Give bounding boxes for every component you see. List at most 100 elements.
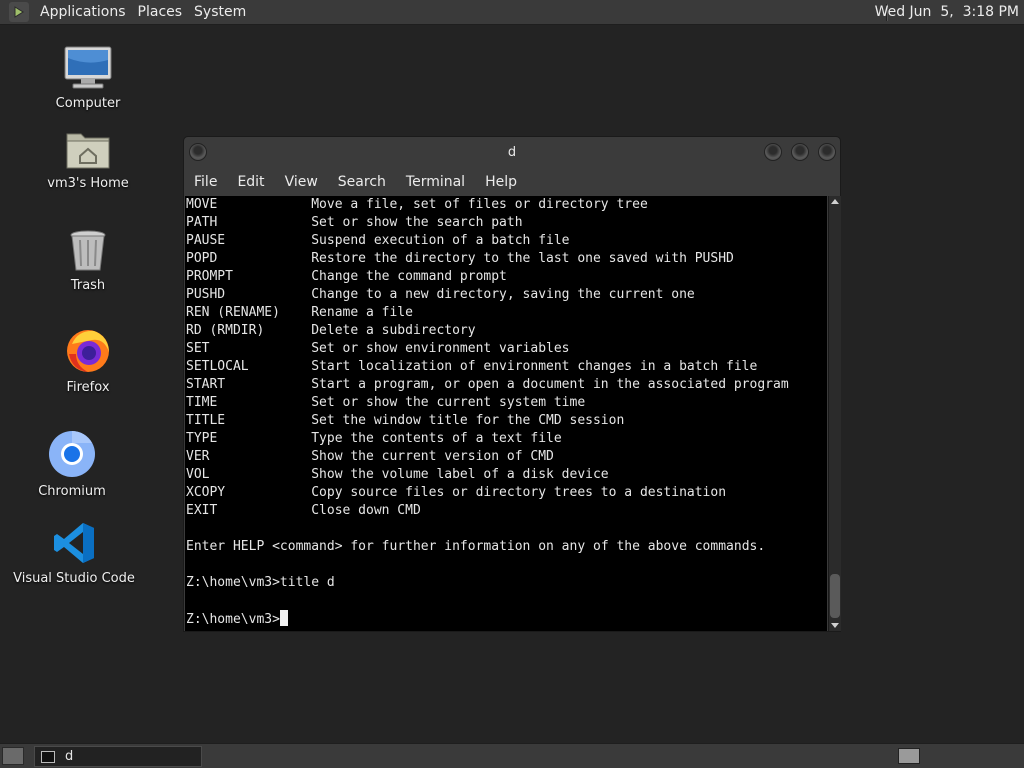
desktop-icon-firefox[interactable]: Firefox bbox=[33, 326, 143, 395]
command-row: PAUSE Suspend execution of a batch file bbox=[186, 232, 827, 250]
minimize-button[interactable] bbox=[764, 143, 782, 161]
desktop-icon-label: Trash bbox=[70, 278, 106, 293]
scroll-up-arrow-icon[interactable] bbox=[831, 199, 839, 204]
scrollbar-thumb[interactable] bbox=[830, 574, 840, 618]
menu-search[interactable]: Search bbox=[328, 170, 396, 194]
computer-icon bbox=[64, 46, 112, 89]
places-menu[interactable]: Places bbox=[132, 0, 189, 25]
command-description: Close down CMD bbox=[311, 503, 421, 518]
command-description: Show the current version of CMD bbox=[311, 449, 554, 464]
scroll-down-arrow-icon[interactable] bbox=[831, 623, 839, 628]
prompt-text: Z:\home\vm3> bbox=[186, 612, 280, 627]
desktop-icon-trash[interactable]: Trash bbox=[33, 228, 143, 293]
command-name: TITLE bbox=[186, 413, 226, 428]
command-description: Copy source files or directory trees to … bbox=[311, 485, 727, 500]
menu-view[interactable]: View bbox=[275, 170, 328, 194]
command-row: MOVE Move a file, set of files or directo… bbox=[186, 196, 827, 214]
command-row: TIME Set or show the current system time bbox=[186, 394, 827, 412]
top-panel: Applications Places System Wed Jun 5, 3:… bbox=[0, 0, 1024, 25]
command-name: RD (RMDIR) bbox=[186, 323, 265, 338]
command-row: TYPE Type the contents of a text file bbox=[186, 430, 827, 448]
command-description: Restore the directory to the last one sa… bbox=[311, 251, 734, 266]
close-button[interactable] bbox=[818, 143, 836, 161]
command-row: RD (RMDIR) Delete a subdirectory bbox=[186, 322, 827, 340]
command-name: PATH bbox=[186, 215, 218, 230]
terminal-menubar: File Edit View Search Terminal Help bbox=[184, 170, 840, 194]
command-row: START Start a program, or open a document… bbox=[186, 376, 827, 394]
command-name: POPD bbox=[186, 251, 218, 266]
clock[interactable]: Wed Jun 5, 3:18 PM bbox=[875, 0, 1019, 25]
command-name: TIME bbox=[186, 395, 218, 410]
show-desktop-icon[interactable] bbox=[2, 747, 24, 765]
command-row: PUSHD Change to a new directory, saving t… bbox=[186, 286, 827, 304]
desktop-icon-chromium[interactable]: Chromium bbox=[17, 430, 127, 499]
command-name: VER bbox=[186, 449, 210, 464]
applications-menu[interactable]: Applications bbox=[34, 0, 132, 25]
command-row: TITLE Set the window title for the CMD se… bbox=[186, 412, 827, 430]
command-description: Change the command prompt bbox=[311, 269, 507, 284]
command-row: SETLOCAL Start localization of environmen… bbox=[186, 358, 827, 376]
command-description: Start a program, or open a document in t… bbox=[311, 377, 789, 392]
home-folder-icon bbox=[66, 133, 110, 169]
command-description: Rename a file bbox=[311, 305, 413, 320]
terminal-window-icon bbox=[41, 750, 55, 763]
main-menu-logo-icon[interactable] bbox=[9, 2, 29, 22]
window-title: d bbox=[507, 145, 517, 160]
command-name: START bbox=[186, 377, 226, 392]
command-row: XCOPY Copy source files or directory tree… bbox=[186, 484, 827, 502]
command-name: TYPE bbox=[186, 431, 218, 446]
command-name: SET bbox=[186, 341, 210, 356]
command-name: MOVE bbox=[186, 197, 218, 212]
command-row: REN (RENAME) Rename a file bbox=[186, 304, 827, 322]
desktop-icon-home[interactable]: vm3's Home bbox=[33, 128, 143, 191]
bottom-panel: d bbox=[0, 743, 1024, 768]
command-name: VOL bbox=[186, 467, 210, 482]
history-line: Z:\home\vm3>title d bbox=[186, 575, 335, 590]
window-titlebar[interactable]: d bbox=[184, 137, 840, 169]
command-row: VOL Show the volume label of a disk devic… bbox=[186, 466, 827, 484]
help-hint-line: Enter HELP <command> for further informa… bbox=[186, 539, 766, 554]
maximize-button[interactable] bbox=[791, 143, 809, 161]
command-name: XCOPY bbox=[186, 485, 226, 500]
text-cursor bbox=[279, 610, 288, 626]
command-description: Show the volume label of a disk device bbox=[311, 467, 609, 482]
command-row: POPD Restore the directory to the last on… bbox=[186, 250, 827, 268]
command-row: PATH Set or show the search path bbox=[186, 214, 827, 232]
command-description: Delete a subdirectory bbox=[311, 323, 476, 338]
trash-icon bbox=[70, 230, 106, 271]
command-name: SETLOCAL bbox=[186, 359, 249, 374]
desktop-icon-vscode[interactable]: Visual Studio Code bbox=[9, 521, 139, 586]
desktop-icon-label: Visual Studio Code bbox=[13, 571, 135, 586]
command-description: Start localization of environment change… bbox=[311, 359, 758, 374]
menu-edit[interactable]: Edit bbox=[227, 170, 274, 194]
system-menu[interactable]: System bbox=[188, 0, 252, 25]
command-name: PUSHD bbox=[186, 287, 226, 302]
taskbar-window-button[interactable]: d bbox=[34, 746, 202, 767]
prompt-line[interactable]: Z:\home\vm3> bbox=[186, 610, 827, 628]
menu-file[interactable]: File bbox=[184, 170, 227, 194]
command-description: Set the window title for the CMD session bbox=[311, 413, 625, 428]
command-description: Suspend execution of a batch file bbox=[311, 233, 570, 248]
desktop-icon-computer[interactable]: Computer bbox=[33, 46, 143, 111]
command-row: SET Set or show environment variables bbox=[186, 340, 827, 358]
desktop-icon-label: vm3's Home bbox=[47, 176, 129, 191]
workspace-switcher[interactable] bbox=[898, 748, 920, 764]
terminal-scrollbar[interactable] bbox=[828, 196, 841, 631]
command-name: PAUSE bbox=[186, 233, 226, 248]
taskbar-window-label: d bbox=[65, 749, 74, 764]
terminal-text: MOVE Move a file, set of files or directo… bbox=[185, 196, 827, 628]
menu-terminal[interactable]: Terminal bbox=[396, 170, 475, 194]
command-description: Change to a new directory, saving the cu… bbox=[311, 287, 695, 302]
command-description: Set or show environment variables bbox=[311, 341, 570, 356]
command-name: EXIT bbox=[186, 503, 218, 518]
menu-help[interactable]: Help bbox=[475, 170, 527, 194]
command-description: Type the contents of a text file bbox=[311, 431, 562, 446]
terminal-window[interactable]: d File Edit View Search Terminal Help MO… bbox=[183, 136, 841, 632]
command-description: Set or show the current system time bbox=[311, 395, 586, 410]
command-row: EXIT Close down CMD bbox=[186, 502, 827, 520]
terminal-output[interactable]: MOVE Move a file, set of files or directo… bbox=[185, 196, 827, 631]
command-description: Move a file, set of files or directory t… bbox=[311, 197, 648, 212]
command-name: REN (RENAME) bbox=[186, 305, 280, 320]
